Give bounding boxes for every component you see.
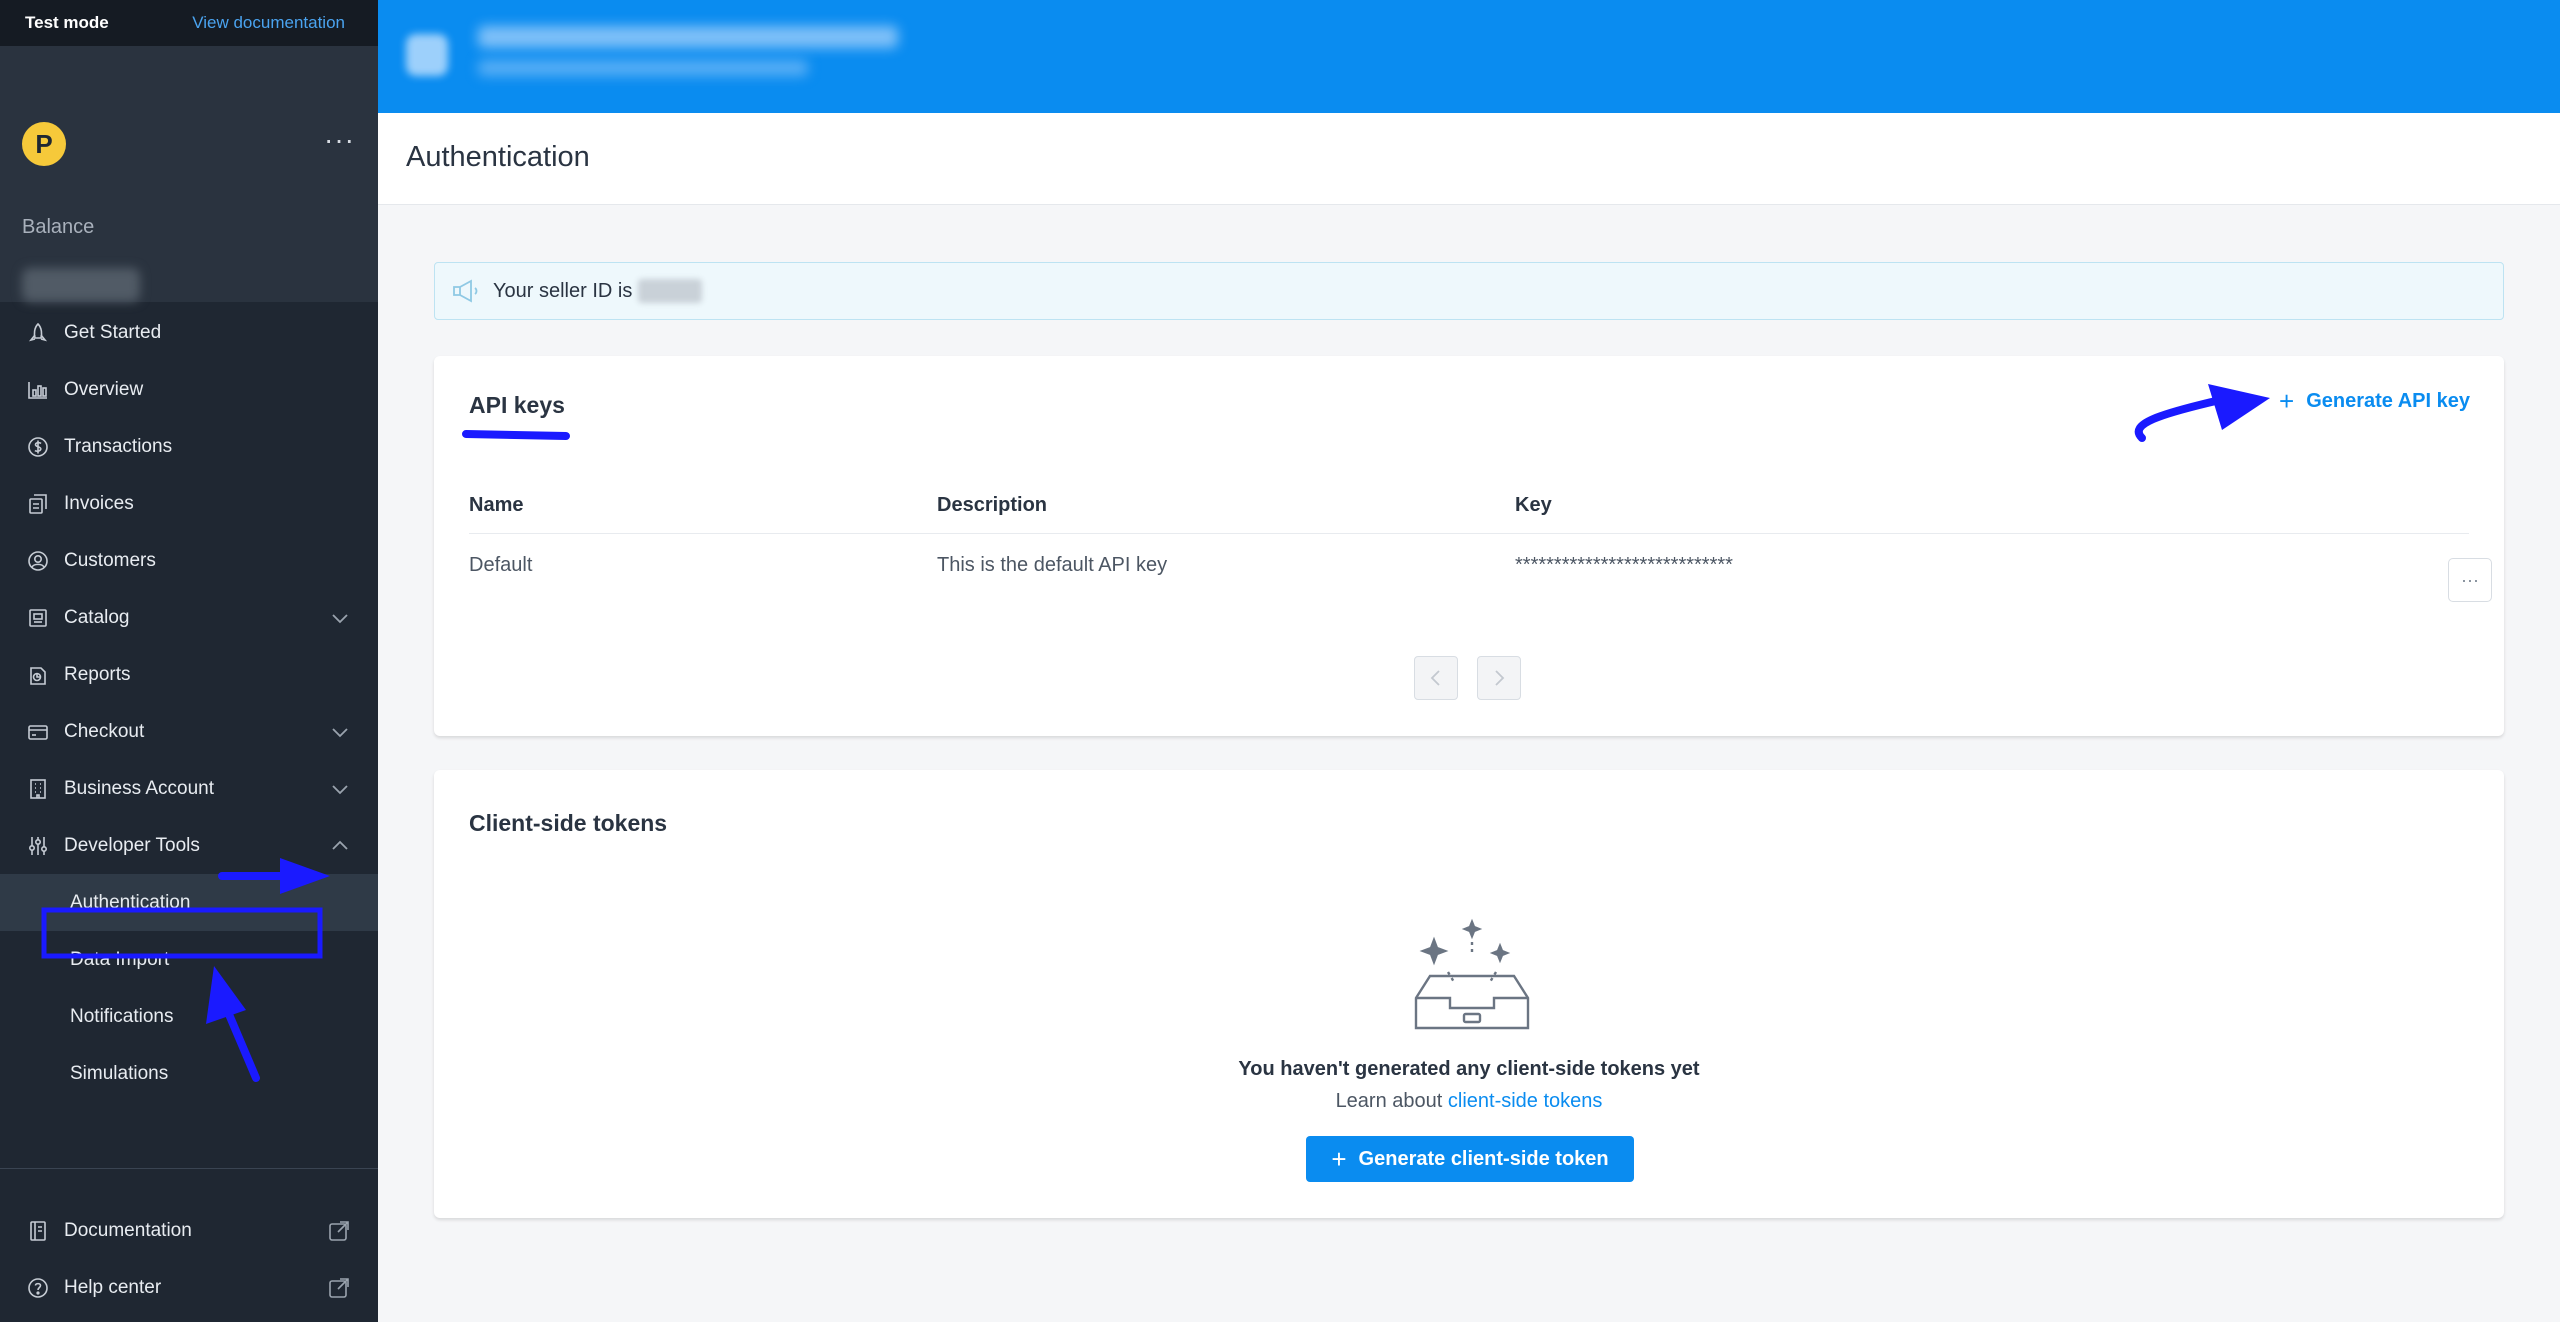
test-mode-label: Test mode (25, 13, 109, 32)
sidebar-item-label: Invoices (64, 492, 134, 514)
api-key-value: **************************** (1515, 554, 1733, 576)
sidebar-item-catalog[interactable]: Catalog (0, 589, 378, 646)
banner-subtext-redacted (478, 60, 808, 76)
sidebar-item-reports[interactable]: Reports (0, 646, 378, 703)
sidebar-item-invoices[interactable]: Invoices (0, 475, 378, 532)
sidebar-item-help-center[interactable]: Help center (0, 1259, 378, 1316)
plus-icon: + (2279, 386, 2295, 416)
help-icon (26, 1276, 50, 1300)
generate-client-side-token-label: Generate client-side token (1358, 1147, 1609, 1170)
brand-area: P ··· Balance (0, 46, 378, 302)
pagination-next-button[interactable] (1477, 656, 1521, 700)
external-link-icon (329, 1221, 349, 1241)
sidebar: Test mode View documentation P ··· Balan… (0, 0, 378, 1322)
sidebar-nav: Get Started Overview Transactions Invoic… (0, 304, 378, 1102)
generate-client-side-token-button[interactable]: + Generate client-side token (1306, 1136, 1634, 1182)
sidebar-item-transactions[interactable]: Transactions (0, 418, 378, 475)
banner-icon-redacted (406, 34, 448, 76)
sidebar-item-overview[interactable]: Overview (0, 361, 378, 418)
api-keys-title: API keys (469, 392, 565, 418)
plus-icon: + (1331, 1143, 1347, 1174)
chevron-up-icon[interactable] (330, 836, 350, 856)
chevron-down-icon[interactable] (330, 779, 350, 799)
generate-api-key-label: Generate API key (2306, 390, 2470, 412)
chevron-down-icon[interactable] (330, 722, 350, 742)
sidebar-item-label: Developer Tools (64, 834, 200, 856)
chevron-down-icon[interactable] (330, 608, 350, 628)
balance-value-redacted (22, 268, 140, 302)
sidebar-item-label: Transactions (64, 435, 173, 457)
report-icon (26, 663, 50, 687)
user-circle-icon (26, 549, 50, 573)
invoice-icon (26, 492, 50, 516)
sidebar-item-business-account[interactable]: Business Account (0, 760, 378, 817)
client-tokens-title: Client-side tokens (469, 810, 668, 836)
sidebar-item-label: Documentation (64, 1219, 192, 1241)
sidebar-item-label: Get Started (64, 321, 162, 343)
sidebar-item-developer-tools[interactable]: Developer Tools (0, 817, 378, 874)
view-documentation-link[interactable]: View documentation (192, 13, 345, 33)
card-icon (26, 720, 50, 744)
sidebar-item-label: Catalog (64, 606, 130, 628)
page-title: Authentication (406, 141, 590, 173)
chevron-right-icon (1495, 670, 1505, 686)
sidebar-subitem-authentication[interactable]: Authentication (0, 874, 378, 931)
sidebar-subitem-data-import[interactable]: Data Import (0, 931, 378, 988)
bar-chart-icon (26, 378, 50, 402)
client-tokens-card: Client-side tokens You haven't generated… (434, 770, 2504, 1218)
seller-id-notice: Your seller ID is (434, 262, 2504, 320)
sidebar-item-label: Customers (64, 549, 156, 571)
sidebar-item-label: Business Account (64, 777, 214, 799)
seller-id-redacted (638, 279, 703, 303)
brand-logo[interactable]: P (22, 122, 66, 166)
pagination-prev-button[interactable] (1414, 656, 1458, 700)
rocket-icon (26, 321, 50, 345)
column-header-key: Key (1515, 494, 1552, 516)
column-header-description: Description (937, 494, 1048, 516)
building-icon (26, 777, 50, 801)
table-row: Default This is the default API key ****… (469, 554, 2469, 598)
seller-id-text: Your seller ID is (493, 279, 633, 302)
megaphone-icon (453, 279, 478, 303)
sliders-icon (26, 834, 50, 858)
balance-label: Balance (22, 216, 95, 238)
page-header: Authentication (378, 113, 2560, 205)
api-key-description: This is the default API key (937, 554, 1168, 576)
top-banner (378, 0, 2560, 113)
empty-state-subtitle: Learn about client-side tokens (434, 1090, 2504, 1113)
sidebar-item-documentation[interactable]: Documentation (0, 1202, 378, 1259)
external-link-icon (329, 1278, 349, 1298)
sidebar-subitem-simulations[interactable]: Simulations (0, 1045, 378, 1102)
book-icon (26, 1219, 50, 1243)
sidebar-item-label: Help center (64, 1276, 162, 1298)
catalog-icon (26, 606, 50, 630)
chevron-left-icon (1430, 670, 1440, 686)
generate-api-key-button[interactable]: + Generate API key (2279, 386, 2470, 417)
more-options-icon[interactable]: ··· (324, 124, 355, 156)
api-key-name: Default (469, 554, 533, 576)
sidebar-top-strip: Test mode View documentation (0, 0, 378, 46)
empty-inbox-icon (1414, 918, 1530, 1030)
banner-text-redacted (478, 26, 898, 48)
column-header-name: Name (469, 494, 524, 516)
sidebar-item-get-started[interactable]: Get Started (0, 304, 378, 361)
learn-about-text: Learn about (1335, 1090, 1443, 1112)
dollar-icon (26, 435, 50, 459)
sidebar-item-label: Overview (64, 378, 144, 400)
sidebar-divider (0, 1168, 378, 1169)
empty-state-title: You haven't generated any client-side to… (1238, 1058, 1700, 1080)
sidebar-item-customers[interactable]: Customers (0, 532, 378, 589)
sidebar-bottom-nav: Documentation Help center (0, 1202, 378, 1316)
sidebar-item-label: Checkout (64, 720, 145, 742)
sidebar-subitem-notifications[interactable]: Notifications (0, 988, 378, 1045)
api-keys-card: API keys + Generate API key Name Descrip… (434, 356, 2504, 736)
client-side-tokens-link[interactable]: client-side tokens (1448, 1090, 1603, 1112)
sidebar-item-label: Reports (64, 663, 131, 685)
sidebar-item-checkout[interactable]: Checkout (0, 703, 378, 760)
api-keys-table-header: Name Description Key (469, 494, 2469, 534)
row-actions-button[interactable]: ··· (2448, 558, 2492, 602)
